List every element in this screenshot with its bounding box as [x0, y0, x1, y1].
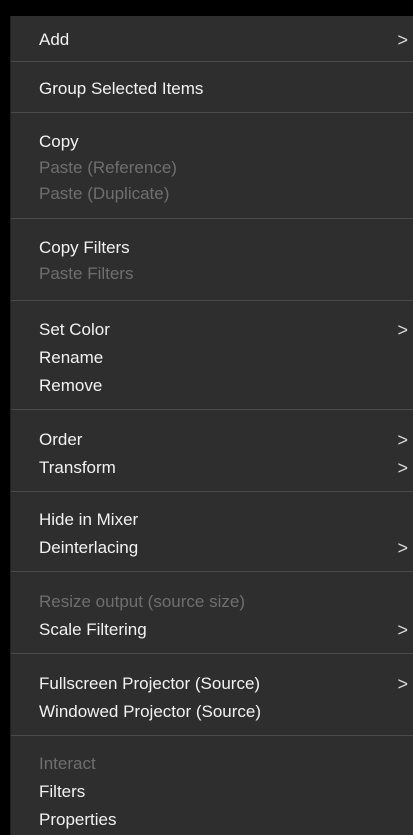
menu-item-remove[interactable]: Remove: [11, 372, 413, 400]
menu-separator: [11, 653, 413, 654]
menu-item-label: Set Color: [39, 320, 110, 339]
menu-item-order[interactable]: Order >: [11, 426, 413, 454]
chevron-right-icon: >: [397, 620, 408, 640]
chevron-right-icon: >: [397, 674, 408, 694]
menu-item-label: Paste (Reference): [39, 158, 177, 177]
menu-item-rename[interactable]: Rename: [11, 344, 413, 372]
menu-item-label: Deinterlacing: [39, 538, 139, 557]
menu-separator: [11, 735, 413, 736]
chevron-right-icon: >: [397, 458, 408, 478]
menu-item-paste-reference: Paste (Reference): [11, 154, 413, 182]
menu-separator: [11, 409, 413, 410]
menu-separator: [11, 61, 413, 62]
menu-item-paste-filters: Paste Filters: [11, 260, 413, 288]
menu-item-label: Properties: [39, 810, 117, 829]
menu-item-group-selected-items[interactable]: Group Selected Items: [11, 75, 413, 103]
chevron-right-icon: >: [397, 30, 408, 50]
menu-item-label: Interact: [39, 754, 96, 773]
menu-separator: [11, 112, 413, 113]
chevron-right-icon: >: [397, 430, 408, 450]
menu-item-properties[interactable]: Properties: [11, 806, 413, 834]
menu-item-add[interactable]: Add >: [11, 26, 413, 54]
menu-item-label: Hide in Mixer: [39, 510, 139, 529]
menu-item-label: Windowed Projector (Source): [39, 702, 262, 721]
menu-separator: [11, 571, 413, 572]
menu-item-label: Scale Filtering: [39, 620, 147, 639]
chevron-right-icon: >: [397, 320, 408, 340]
menu-item-scale-filtering[interactable]: Scale Filtering >: [11, 616, 413, 644]
menu-item-label: Add: [39, 30, 70, 49]
menu-item-hide-in-mixer[interactable]: Hide in Mixer: [11, 506, 413, 534]
menu-item-fullscreen-projector[interactable]: Fullscreen Projector (Source) >: [11, 670, 413, 698]
menu-item-filters[interactable]: Filters: [11, 778, 413, 806]
chevron-right-icon: >: [397, 538, 408, 558]
menu-item-label: Copy: [39, 132, 79, 151]
menu-item-deinterlacing[interactable]: Deinterlacing >: [11, 534, 413, 562]
menu-item-copy-filters[interactable]: Copy Filters: [11, 234, 413, 262]
menu-item-label: Order: [39, 430, 83, 449]
menu-item-label: Remove: [39, 376, 103, 395]
menu-item-copy[interactable]: Copy: [11, 128, 413, 156]
menu-item-label: Fullscreen Projector (Source): [39, 674, 261, 693]
menu-item-interact: Interact: [11, 750, 413, 778]
menu-item-label: Transform: [39, 458, 116, 477]
menu-item-label: Group Selected Items: [39, 79, 204, 98]
menu-item-paste-duplicate: Paste (Duplicate): [11, 180, 413, 208]
context-menu: Add > Group Selected Items Copy Paste (R…: [10, 16, 413, 835]
menu-item-set-color[interactable]: Set Color >: [11, 316, 413, 344]
menu-item-label: Paste (Duplicate): [39, 184, 170, 203]
menu-item-label: Resize output (source size): [39, 592, 245, 611]
menu-item-label: Copy Filters: [39, 238, 130, 257]
menu-separator: [11, 218, 413, 219]
menu-separator: [11, 300, 413, 301]
menu-item-resize-output: Resize output (source size): [11, 588, 413, 616]
menu-item-label: Paste Filters: [39, 264, 134, 283]
menu-item-label: Filters: [39, 782, 86, 801]
menu-item-label: Rename: [39, 348, 104, 367]
menu-item-transform[interactable]: Transform >: [11, 454, 413, 482]
menu-separator: [11, 491, 413, 492]
menu-item-windowed-projector[interactable]: Windowed Projector (Source): [11, 698, 413, 726]
